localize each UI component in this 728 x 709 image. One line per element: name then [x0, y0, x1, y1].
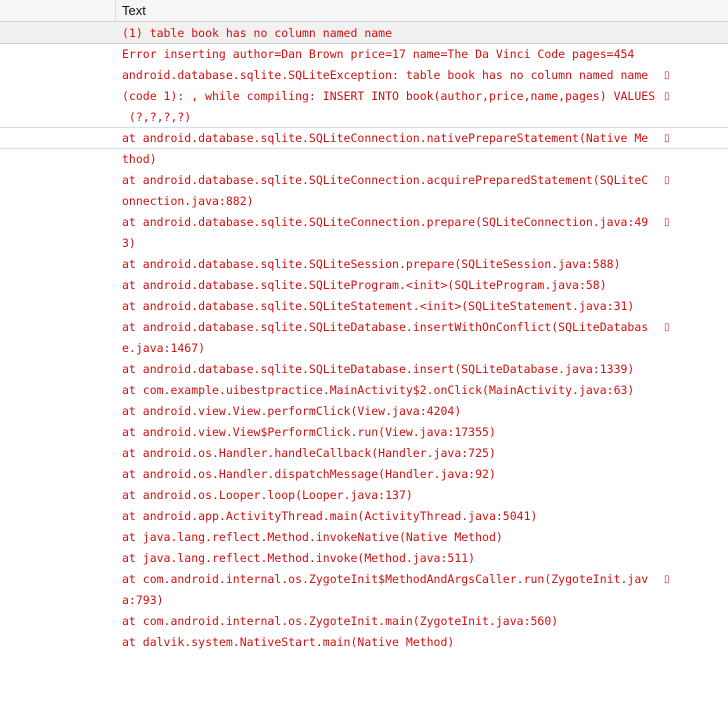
log-line[interactable]: at android.database.sqlite.SQLiteConnect…	[122, 128, 648, 149]
log-line[interactable]: at android.database.sqlite.SQLiteConnect…	[122, 212, 648, 233]
wrap-marker-icon: ▯	[664, 217, 670, 228]
log-line[interactable]: thod)	[122, 149, 157, 170]
wrap-marker-icon: ▯	[664, 70, 670, 81]
log-line[interactable]: e.java:1467)	[122, 338, 205, 359]
log-line[interactable]: at android.app.ActivityThread.main(Activ…	[122, 506, 537, 527]
log-line[interactable]: (?,?,?,?)	[122, 107, 191, 128]
text-column-title[interactable]: Text	[122, 3, 146, 18]
log-line[interactable]: at android.database.sqlite.SQLiteProgram…	[122, 275, 607, 296]
column-divider[interactable]	[115, 0, 116, 21]
log-line[interactable]: at android.os.Looper.loop(Looper.java:13…	[122, 485, 413, 506]
wrap-marker-icon: ▯	[664, 91, 670, 102]
log-line[interactable]: at com.android.internal.os.ZygoteInit.ma…	[122, 611, 558, 632]
log-line[interactable]: 3)	[122, 233, 136, 254]
column-header: Text	[0, 0, 728, 22]
log-line[interactable]: at android.os.Handler.dispatchMessage(Ha…	[122, 464, 496, 485]
log-line[interactable]: Error inserting author=Dan Brown price=1…	[122, 44, 634, 65]
log-line[interactable]: at android.database.sqlite.SQLiteSession…	[122, 254, 621, 275]
wrap-marker-icon: ▯	[664, 322, 670, 333]
log-line[interactable]: at android.view.View.performClick(View.j…	[122, 401, 461, 422]
wrap-marker-icon: ▯	[664, 133, 670, 144]
wrap-marker-icon: ▯	[664, 175, 670, 186]
log-line[interactable]: at java.lang.reflect.Method.invokeNative…	[122, 527, 503, 548]
log-line[interactable]: (1) table book has no column named name	[122, 23, 392, 44]
log-line[interactable]: at android.os.Handler.handleCallback(Han…	[122, 443, 496, 464]
log-line[interactable]: at com.example.uibestpractice.MainActivi…	[122, 380, 634, 401]
log-line[interactable]: a:793)	[122, 590, 164, 611]
log-line[interactable]: android.database.sqlite.SQLiteException:…	[122, 65, 648, 86]
log-line[interactable]: at android.database.sqlite.SQLiteConnect…	[122, 170, 648, 191]
log-line[interactable]: (code 1): , while compiling: INSERT INTO…	[122, 86, 655, 107]
log-line[interactable]: at java.lang.reflect.Method.invoke(Metho…	[122, 548, 475, 569]
header-lead-cell	[0, 0, 115, 21]
log-line[interactable]: at android.view.View$PerformClick.run(Vi…	[122, 422, 496, 443]
log-line[interactable]: at android.database.sqlite.SQLiteStateme…	[122, 296, 634, 317]
log-line[interactable]: at dalvik.system.NativeStart.main(Native…	[122, 632, 454, 653]
log-line[interactable]: at android.database.sqlite.SQLiteDatabas…	[122, 359, 634, 380]
log-line[interactable]: onnection.java:882)	[122, 191, 254, 212]
log-line[interactable]: at android.database.sqlite.SQLiteDatabas…	[122, 317, 648, 338]
wrap-marker-icon: ▯	[664, 574, 670, 585]
log-line[interactable]: at com.android.internal.os.ZygoteInit$Me…	[122, 569, 648, 590]
